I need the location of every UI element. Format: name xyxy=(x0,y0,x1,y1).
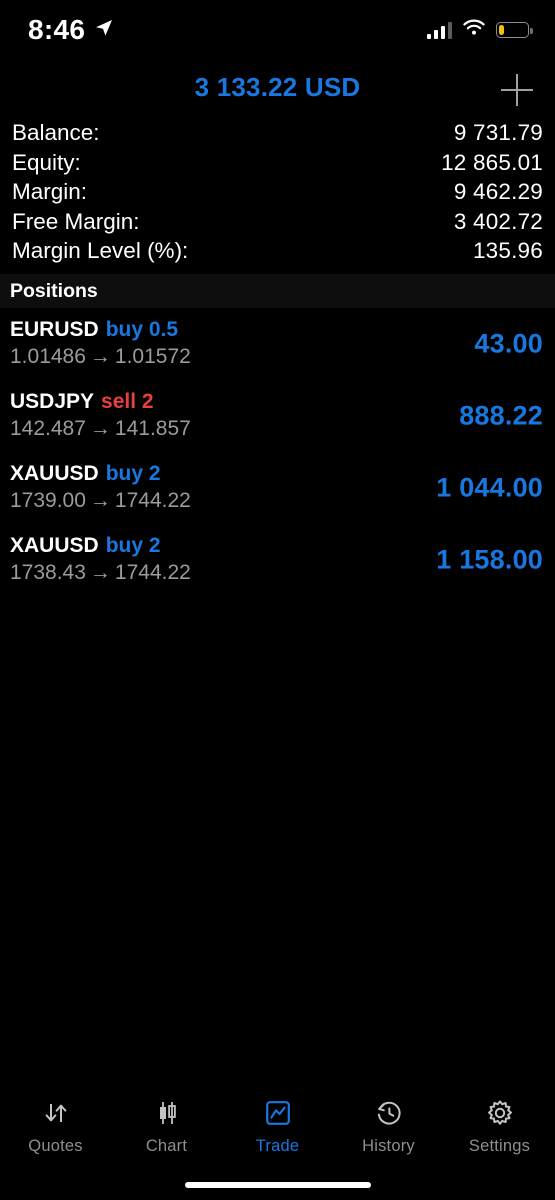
table-row[interactable]: EURUSD buy 0.5 1.01486 → 1.01572 43.00 xyxy=(0,308,555,380)
home-indicator[interactable] xyxy=(184,1182,371,1188)
position-profit: 888.22 xyxy=(459,400,543,431)
summary-value: 135.96 xyxy=(472,238,543,263)
position-current-price: 141.857 xyxy=(114,417,191,440)
summary-value: 12 865.01 xyxy=(441,149,543,175)
summary-label: Margin: xyxy=(12,179,88,204)
position-symbol: XAUUSD xyxy=(10,462,99,485)
arrow-right-icon: → xyxy=(89,417,111,440)
account-summary: Balance: 9 731.79 Equity: 12 865.01 Marg… xyxy=(0,120,555,268)
position-open-price: 142.487 xyxy=(10,417,86,440)
summary-row-margin: Margin: 9 462.29 xyxy=(12,179,543,209)
tab-label: Settings xyxy=(468,1137,531,1155)
account-header: 3 133.22 USD xyxy=(0,60,555,117)
clock-history-icon xyxy=(372,1096,406,1130)
position-symbol: XAUUSD xyxy=(10,534,99,557)
position-profit: 1 044.00 xyxy=(436,472,543,503)
battery-low-icon xyxy=(496,22,533,38)
trade-linechart-icon xyxy=(261,1096,295,1130)
summary-row-margin-level: Margin Level (%): 135.96 xyxy=(12,238,543,268)
position-side-volume: buy 0.5 xyxy=(105,318,179,341)
position-symbol: EURUSD xyxy=(10,318,99,341)
table-row[interactable]: XAUUSD buy 2 1739.00 → 1744.22 1 044.00 xyxy=(0,452,555,524)
arrow-right-icon: → xyxy=(89,489,111,512)
app-screen: 8:46 3 133.22 USD Balance: 9 731.79 Equi… xyxy=(0,0,555,1200)
positions-section-title: Positions xyxy=(10,279,98,302)
tab-settings[interactable]: Settings xyxy=(444,1096,555,1156)
summary-value: 3 402.72 xyxy=(453,208,543,234)
summary-value: 9 731.79 xyxy=(453,120,543,145)
position-open-price: 1738.43 xyxy=(10,561,86,584)
add-order-button[interactable] xyxy=(501,74,533,106)
tab-label: History xyxy=(362,1137,415,1155)
summary-label: Margin Level (%): xyxy=(12,238,189,263)
tab-label: Chart xyxy=(145,1137,188,1155)
position-side-volume: buy 2 xyxy=(105,534,161,557)
table-row[interactable]: XAUUSD buy 2 1738.43 → 1744.22 1 158.00 xyxy=(0,524,555,596)
position-open-price: 1739.00 xyxy=(10,489,86,512)
arrow-right-icon: → xyxy=(89,561,111,584)
status-time: 8:46 xyxy=(28,14,86,45)
position-price-line: 1.01486 → 1.01572 xyxy=(10,343,543,370)
position-current-price: 1.01572 xyxy=(114,345,191,368)
position-current-price: 1744.22 xyxy=(114,561,191,584)
positions-list: EURUSD buy 0.5 1.01486 → 1.01572 43.00 USDJ… xyxy=(0,308,555,596)
position-side-volume: buy 2 xyxy=(105,462,161,485)
cellular-signal-icon xyxy=(426,21,452,39)
arrow-right-icon: → xyxy=(89,345,111,368)
status-bar-left: 8:46 xyxy=(28,16,114,44)
summary-label: Equity: xyxy=(12,149,81,175)
position-open-price: 1.01486 xyxy=(10,345,86,368)
summary-label: Balance: xyxy=(12,120,100,145)
summary-row-balance: Balance: 9 731.79 xyxy=(12,120,543,150)
gear-icon xyxy=(483,1096,517,1130)
status-bar-right xyxy=(426,19,533,42)
position-side-volume: sell 2 xyxy=(101,390,154,413)
tab-chart[interactable]: Chart xyxy=(111,1096,222,1156)
updown-arrows-icon xyxy=(39,1096,73,1130)
position-current-price: 1744.22 xyxy=(114,489,191,512)
tab-label: Trade xyxy=(255,1137,300,1155)
positions-section-header[interactable]: Positions xyxy=(0,274,555,308)
location-arrow-icon xyxy=(94,18,114,43)
candlestick-icon xyxy=(150,1096,184,1130)
tab-quotes[interactable]: Quotes xyxy=(0,1096,111,1156)
position-title-line: EURUSD buy 0.5 xyxy=(10,317,543,343)
table-row[interactable]: USDJPY sell 2 142.487 → 141.857 888.22 xyxy=(0,380,555,452)
position-profit: 1 158.00 xyxy=(436,544,543,575)
summary-value: 9 462.29 xyxy=(453,179,543,204)
tab-label: Quotes xyxy=(28,1137,83,1155)
summary-row-equity: Equity: 12 865.01 xyxy=(12,150,543,180)
position-profit: 43.00 xyxy=(474,328,543,359)
wifi-icon xyxy=(462,19,486,42)
tab-history[interactable]: History xyxy=(333,1096,444,1156)
summary-label: Free Margin: xyxy=(12,208,140,234)
status-bar: 8:46 xyxy=(0,0,555,60)
position-symbol: USDJPY xyxy=(10,390,95,413)
account-equity-title: 3 133.22 USD xyxy=(194,72,361,102)
summary-row-free-margin: Free Margin: 3 402.72 xyxy=(12,209,543,239)
tab-trade[interactable]: Trade xyxy=(222,1096,333,1156)
